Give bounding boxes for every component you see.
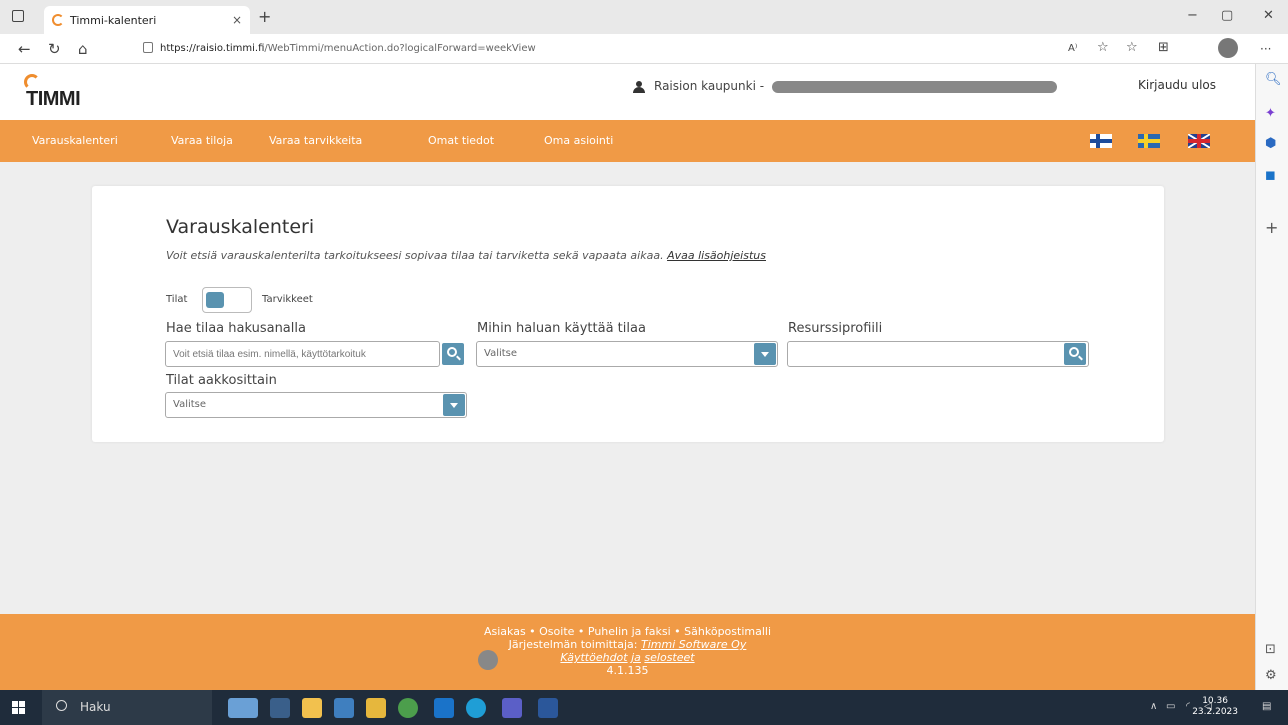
settings-gear-icon[interactable]: ⚙ <box>1265 668 1277 683</box>
address-bar: ← ↻ ⌂ https://raisio.timmi.fi/WebTimmi/m… <box>0 34 1288 64</box>
sparkle-icon[interactable]: ✦ <box>1265 106 1276 121</box>
profile-search-button[interactable] <box>1064 343 1086 365</box>
profile-avatar[interactable] <box>1218 38 1238 58</box>
logo-text: TIMMI <box>26 88 81 110</box>
favorites-icon[interactable]: ☆ <box>1126 40 1138 55</box>
teams-icon[interactable] <box>502 698 522 718</box>
network-icon[interactable]: ▭ <box>1166 701 1175 712</box>
profile-label: Resurssiprofiili <box>788 321 883 336</box>
toggle-label-tarvikkeet: Tarvikkeet <box>262 294 313 305</box>
url-field[interactable]: https://raisio.timmi.fi/WebTimmi/menuAct… <box>160 43 536 54</box>
english-flag-icon[interactable] <box>1188 134 1210 148</box>
logout-link[interactable]: Kirjaudu ulos <box>1138 78 1216 92</box>
swedish-flag-icon[interactable] <box>1138 134 1160 148</box>
windows-start-icon[interactable] <box>12 701 26 715</box>
alphabetical-select[interactable]: Valitse <box>165 392 467 418</box>
read-aloud-icon[interactable]: A⁾ <box>1068 43 1077 54</box>
browser-tab-bar: Timmi-kalenteri × + − ▢ ✕ <box>0 0 1288 34</box>
word-icon[interactable] <box>538 698 558 718</box>
tray-chevron-icon[interactable]: ∧ <box>1150 701 1157 712</box>
nav-varaa-tarvikkeita[interactable]: Varaa tarvikkeita <box>269 134 362 147</box>
nav-varauskalenteri[interactable]: Varauskalenteri <box>32 134 118 147</box>
main-navigation: Varauskalenteri Varaa tiloja Varaa tarvi… <box>0 120 1255 162</box>
refresh-icon[interactable]: ↻ <box>48 40 61 58</box>
collections-icon[interactable]: ⊞ <box>1158 40 1169 55</box>
tools-icon[interactable]: ⬢ <box>1265 136 1276 151</box>
sidebar-layout-icon[interactable]: ⊡ <box>1265 642 1276 657</box>
folder-icon[interactable] <box>366 698 386 718</box>
search-label: Hae tilaa hakusanalla <box>166 321 306 336</box>
lock-icon[interactable] <box>143 42 153 53</box>
cursor-indicator <box>478 650 498 670</box>
user-icon <box>632 81 646 95</box>
search-icon <box>1069 347 1079 357</box>
version-text: 4.1.135 <box>606 664 649 677</box>
toggle-knob <box>206 292 224 308</box>
search-button[interactable] <box>442 343 464 365</box>
search-icon <box>447 347 457 357</box>
footer-vendor-line: Järjestelmän toimittaja: Timmi Software … <box>508 638 747 651</box>
purpose-dropdown-button[interactable] <box>754 343 776 365</box>
nav-varaa-tiloja[interactable]: Varaa tiloja <box>171 134 233 147</box>
resource-type-toggle[interactable] <box>202 287 252 313</box>
finnish-flag-icon[interactable] <box>1090 134 1112 148</box>
add-sidebar-icon[interactable]: + <box>1265 218 1278 237</box>
terms-link[interactable]: Käyttöehdot <box>560 651 627 664</box>
more-menu-icon[interactable]: ··· <box>1260 42 1271 56</box>
purpose-select[interactable]: Valitse <box>476 341 778 367</box>
nav-oma-asiointi[interactable]: Oma asiointi <box>544 134 613 147</box>
tab-actions-icon[interactable] <box>12 10 24 22</box>
footer-terms-line: Käyttöehdot ja selosteet <box>0 651 1255 664</box>
vendor-link[interactable]: Timmi Software Oy <box>641 638 746 651</box>
alphabetical-label: Tilat aakkosittain <box>166 373 277 388</box>
chevron-down-icon <box>761 352 769 357</box>
window-close-button[interactable]: ✕ <box>1263 8 1274 23</box>
chrome-icon[interactable] <box>398 698 418 718</box>
taskbar-search[interactable]: Haku <box>42 690 212 725</box>
page-header: TIMMI Raision kaupunki - Kirjaudu ulos <box>0 64 1255 120</box>
home-icon[interactable]: ⌂ <box>78 40 88 58</box>
tab-title: Timmi-kalenteri <box>70 13 157 27</box>
clock[interactable]: 10.36 23.2.2023 <box>1192 696 1238 718</box>
chevron-down-icon <box>450 403 458 408</box>
page-description: Voit etsiä varauskalenterilta tarkoituks… <box>166 249 766 262</box>
footer-contact-line[interactable]: Asiakas • Osoite • Puhelin ja faksi • Sä… <box>0 625 1255 638</box>
restore-button[interactable]: ▢ <box>1221 8 1233 23</box>
calculator-icon[interactable] <box>334 698 354 718</box>
nav-omat-tiedot[interactable]: Omat tiedot <box>428 134 494 147</box>
browser-tab[interactable]: Timmi-kalenteri × <box>44 6 250 34</box>
redacted-username <box>772 81 1057 93</box>
outlook-icon[interactable] <box>434 698 454 718</box>
notifications-icon[interactable]: ▤ <box>1262 701 1271 712</box>
search-input[interactable] <box>165 341 440 367</box>
organization-name: Raision kaupunki - <box>654 79 765 93</box>
page-footer: Asiakas • Osoite • Puhelin ja faksi • Sä… <box>0 614 1255 690</box>
minimize-button[interactable]: − <box>1187 8 1198 23</box>
widgets-icon[interactable] <box>228 698 258 718</box>
search-icon[interactable]: 🔍︎ <box>1265 72 1282 87</box>
terms-mid[interactable]: ja <box>631 651 641 664</box>
toggle-label-tilat: Tilat <box>166 294 188 305</box>
page-title: Varauskalenteri <box>166 216 315 238</box>
browser-sidebar: 🔍︎ ✦ ⬢ ◼ + ⊡ ⚙ <box>1255 64 1288 690</box>
profile-input[interactable] <box>787 341 1089 367</box>
wifi-icon[interactable]: ◜ <box>1186 701 1190 712</box>
statements-link[interactable]: selosteet <box>644 651 694 664</box>
add-favorite-icon[interactable]: ☆ <box>1097 40 1109 55</box>
outlook-icon[interactable]: ◼ <box>1265 168 1276 183</box>
search-card: Varauskalenteri Voit etsiä varauskalente… <box>92 186 1164 442</box>
purpose-label: Mihin haluan käyttää tilaa <box>477 321 646 336</box>
new-tab-button[interactable]: + <box>258 7 271 26</box>
tab-close-icon[interactable]: × <box>232 13 242 27</box>
timmi-favicon-icon <box>52 14 64 26</box>
search-icon <box>56 700 67 711</box>
edge-icon[interactable] <box>466 698 486 718</box>
alphabetical-dropdown-button[interactable] <box>443 394 465 416</box>
task-view-icon[interactable] <box>270 698 290 718</box>
windows-taskbar: Haku ∧ ▭ ◜ ◁ 10.36 23.2.2023 ▤ <box>0 690 1288 725</box>
back-icon[interactable]: ← <box>18 40 31 58</box>
help-link[interactable]: Avaa lisäohjeistus <box>667 249 766 262</box>
file-explorer-icon[interactable] <box>302 698 322 718</box>
